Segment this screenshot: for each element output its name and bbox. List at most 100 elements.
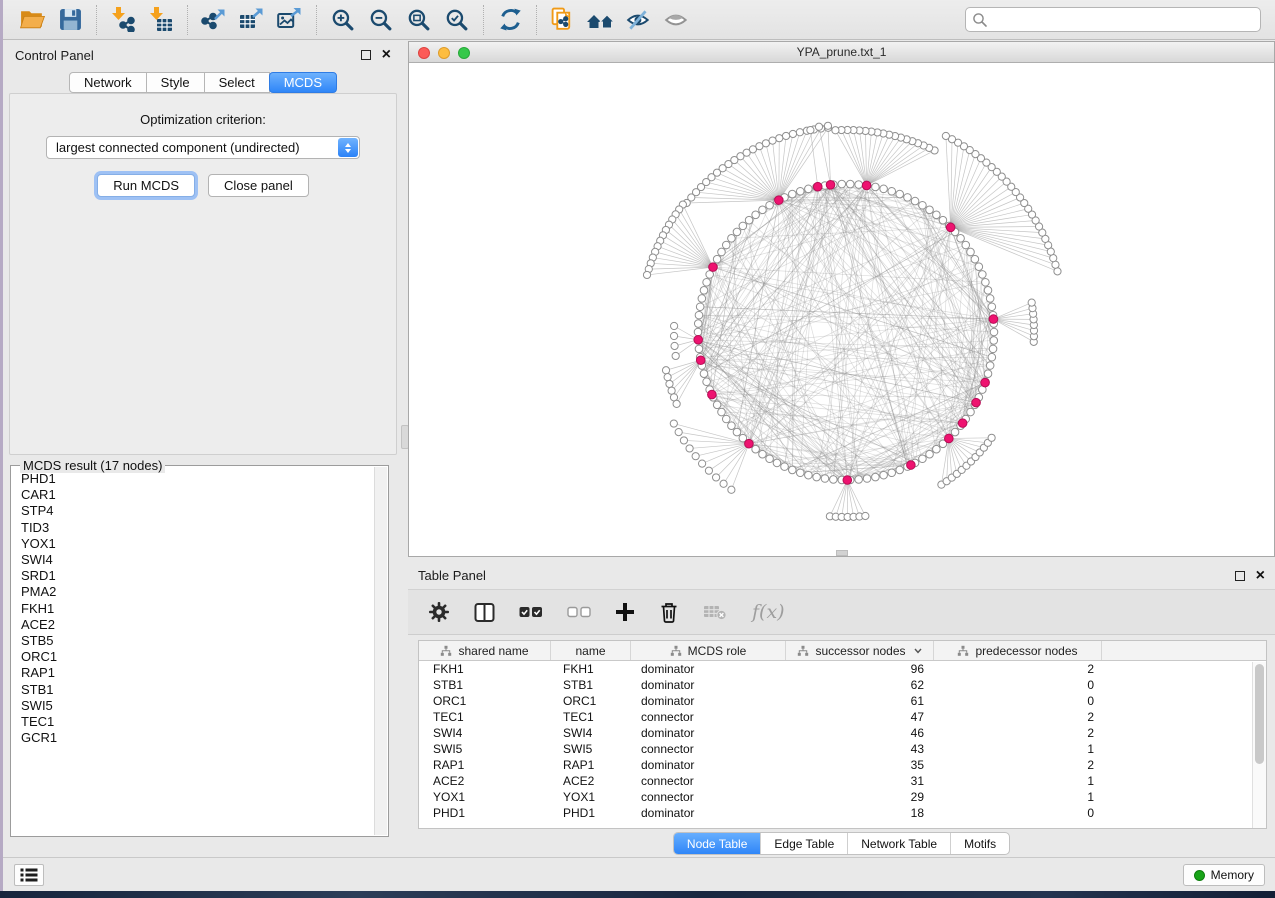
settings-gear-icon[interactable] bbox=[428, 601, 450, 623]
table-cell[interactable]: TEC1 bbox=[551, 710, 631, 724]
mcds-result-item[interactable]: PHD1 bbox=[21, 471, 373, 487]
table-row[interactable]: TEC1TEC1connector472 bbox=[419, 709, 1266, 725]
close-table-panel-icon[interactable]: × bbox=[1256, 571, 1265, 581]
graph-leaf-node[interactable] bbox=[1028, 299, 1035, 306]
graph-node[interactable] bbox=[926, 450, 934, 458]
graph-node[interactable] bbox=[933, 445, 941, 453]
table-cell[interactable]: dominator bbox=[631, 694, 786, 708]
graph-mcds-node[interactable] bbox=[813, 182, 822, 191]
graph-leaf-node[interactable] bbox=[824, 122, 831, 129]
table-cell[interactable]: FKH1 bbox=[551, 662, 631, 676]
graph-node[interactable] bbox=[766, 201, 774, 209]
float-table-panel-icon[interactable] bbox=[1235, 571, 1245, 581]
mcds-result-item[interactable]: FKH1 bbox=[21, 601, 373, 617]
graph-node[interactable] bbox=[984, 370, 992, 378]
graph-mcds-node[interactable] bbox=[907, 461, 916, 470]
table-cell[interactable]: 1 bbox=[934, 742, 1102, 756]
graph-node[interactable] bbox=[759, 206, 767, 214]
graph-node[interactable] bbox=[986, 295, 994, 303]
table-cell[interactable]: 2 bbox=[934, 710, 1102, 724]
table-cell[interactable]: 47 bbox=[786, 710, 934, 724]
graph-node[interactable] bbox=[752, 211, 760, 219]
column-header-predecessor-nodes[interactable]: predecessor nodes bbox=[934, 641, 1102, 660]
close-window-icon[interactable] bbox=[418, 47, 430, 59]
open-file-icon[interactable] bbox=[13, 3, 51, 37]
table-scrollbar[interactable] bbox=[1252, 662, 1266, 828]
table-row[interactable]: SWI4SWI4dominator462 bbox=[419, 725, 1266, 741]
status-menu-button[interactable] bbox=[14, 864, 44, 886]
table-cell[interactable]: dominator bbox=[631, 758, 786, 772]
graph-mcds-node[interactable] bbox=[981, 378, 990, 387]
export-image-icon[interactable] bbox=[271, 3, 309, 37]
graph-node[interactable] bbox=[694, 320, 702, 328]
table-cell[interactable]: 2 bbox=[934, 662, 1102, 676]
mcds-result-item[interactable]: SRD1 bbox=[21, 568, 373, 584]
graph-node[interactable] bbox=[694, 328, 702, 336]
graph-node[interactable] bbox=[700, 370, 708, 378]
graph-node[interactable] bbox=[728, 235, 736, 243]
table-cell[interactable]: SWI5 bbox=[551, 742, 631, 756]
tab-node-table[interactable]: Node Table bbox=[674, 833, 761, 854]
graph-node[interactable] bbox=[766, 455, 774, 463]
table-cell[interactable]: STB1 bbox=[551, 678, 631, 692]
graph-node[interactable] bbox=[713, 401, 721, 409]
graph-leaf-node[interactable] bbox=[815, 123, 822, 130]
mcds-result-item[interactable]: ACE2 bbox=[21, 617, 373, 633]
table-cell[interactable]: ACE2 bbox=[419, 774, 551, 788]
graph-node[interactable] bbox=[967, 248, 975, 256]
graph-node[interactable] bbox=[911, 197, 919, 205]
graph-node[interactable] bbox=[855, 476, 863, 484]
table-cell[interactable]: 1 bbox=[934, 774, 1102, 788]
table-cell[interactable]: 46 bbox=[786, 726, 934, 740]
graph-node[interactable] bbox=[789, 190, 797, 198]
table-row[interactable]: PHD1PHD1dominator180 bbox=[419, 805, 1266, 821]
table-cell[interactable]: 18 bbox=[786, 806, 934, 820]
mcds-result-item[interactable]: TID3 bbox=[21, 520, 373, 536]
graph-node[interactable] bbox=[752, 445, 760, 453]
graph-node[interactable] bbox=[986, 362, 994, 370]
zoom-out-icon[interactable] bbox=[362, 3, 400, 37]
graph-node[interactable] bbox=[821, 475, 829, 483]
table-cell[interactable]: 35 bbox=[786, 758, 934, 772]
graph-node[interactable] bbox=[696, 303, 704, 311]
graph-node[interactable] bbox=[700, 287, 708, 295]
table-row[interactable]: FKH1FKH1dominator962 bbox=[419, 661, 1266, 677]
table-cell[interactable]: STB1 bbox=[419, 678, 551, 692]
zoom-selected-icon[interactable] bbox=[438, 3, 476, 37]
table-cell[interactable]: 0 bbox=[934, 678, 1102, 692]
graph-node[interactable] bbox=[990, 337, 998, 345]
graph-leaf-node[interactable] bbox=[680, 437, 687, 444]
table-row[interactable]: STB1STB1dominator620 bbox=[419, 677, 1266, 693]
graph-leaf-node[interactable] bbox=[668, 387, 675, 394]
graph-node[interactable] bbox=[830, 476, 838, 484]
import-network-icon[interactable] bbox=[104, 3, 142, 37]
close-panel-icon[interactable]: × bbox=[382, 50, 391, 60]
graph-mcds-node[interactable] bbox=[989, 315, 998, 324]
graph-mcds-node[interactable] bbox=[946, 223, 955, 232]
table-cell[interactable]: PHD1 bbox=[419, 806, 551, 820]
graph-mcds-node[interactable] bbox=[745, 439, 754, 448]
table-cell[interactable]: connector bbox=[631, 742, 786, 756]
save-session-icon[interactable] bbox=[51, 3, 89, 37]
table-cell[interactable]: SWI4 bbox=[419, 726, 551, 740]
graph-leaf-node[interactable] bbox=[832, 127, 839, 134]
graph-mcds-node[interactable] bbox=[958, 419, 967, 428]
graph-node[interactable] bbox=[872, 473, 880, 481]
graph-node[interactable] bbox=[718, 408, 726, 416]
table-row[interactable]: ORC1ORC1dominator610 bbox=[419, 693, 1266, 709]
refresh-styles-icon[interactable] bbox=[491, 3, 529, 37]
graph-node[interactable] bbox=[951, 428, 959, 436]
graph-node[interactable] bbox=[728, 422, 736, 430]
table-cell[interactable]: YOX1 bbox=[419, 790, 551, 804]
graph-node[interactable] bbox=[939, 216, 947, 224]
graph-leaf-node[interactable] bbox=[670, 420, 677, 427]
table-cell[interactable]: 2 bbox=[934, 758, 1102, 772]
zoom-in-icon[interactable] bbox=[324, 3, 362, 37]
graph-node[interactable] bbox=[989, 345, 997, 353]
graph-node[interactable] bbox=[796, 469, 804, 477]
export-network-icon[interactable] bbox=[195, 3, 233, 37]
graph-leaf-node[interactable] bbox=[692, 453, 699, 460]
graph-node[interactable] bbox=[863, 475, 871, 483]
table-cell[interactable]: PHD1 bbox=[551, 806, 631, 820]
add-row-icon[interactable] bbox=[615, 602, 635, 622]
